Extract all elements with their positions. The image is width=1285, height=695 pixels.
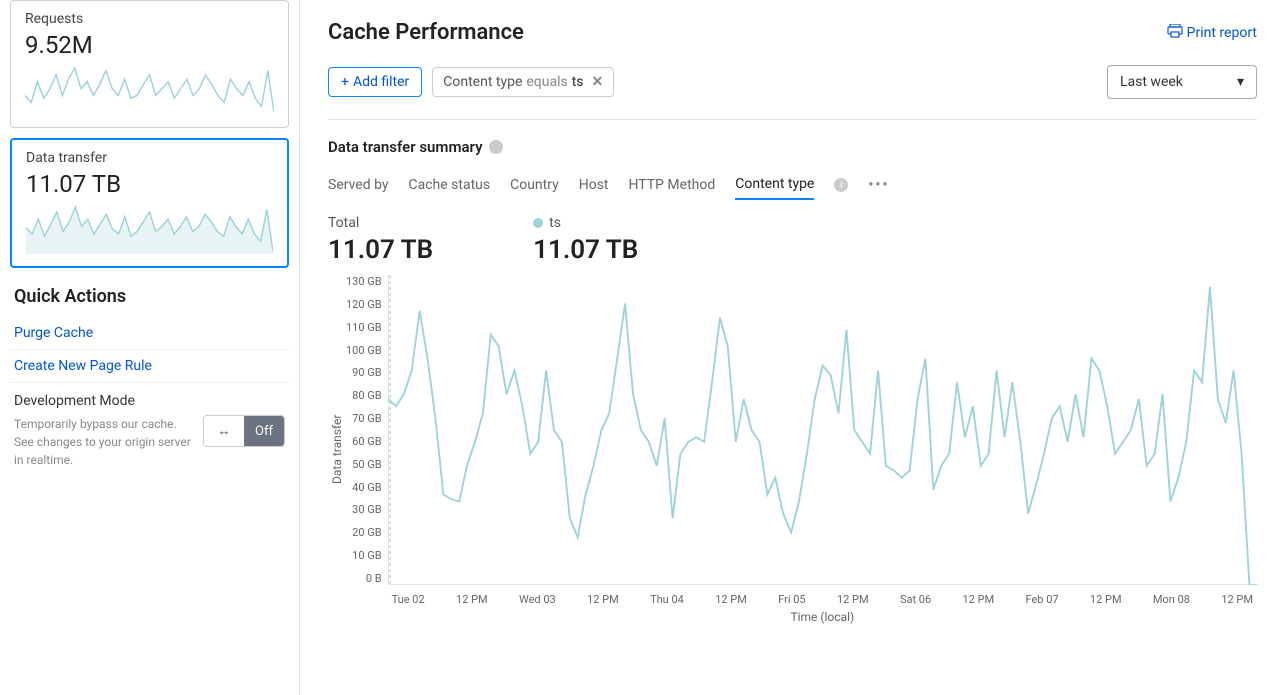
metric-card-label: Data transfer [26, 150, 273, 166]
remove-filter-icon[interactable]: ✕ [592, 74, 604, 90]
metric-card-value: 11.07 TB [26, 170, 273, 198]
quick-actions-heading: Quick Actions [14, 286, 285, 307]
y-tick: 130 GB [346, 275, 382, 288]
metric-card-value: 9.52M [25, 31, 274, 59]
tab-content-type[interactable]: Content type [735, 170, 814, 200]
y-axis-label: Data transfer [328, 275, 346, 624]
quick-action-create-new-page-rule[interactable]: Create New Page Rule [10, 349, 289, 382]
data-transfer-chart: Data transfer 130 GB 120 GB 110 GB 100 GB 90… [328, 275, 1257, 624]
tab-country[interactable]: Country [510, 171, 559, 199]
toggle-arrows-icon: ↔ [204, 416, 244, 446]
pie-icon [489, 140, 503, 154]
y-tick: 90 GB [352, 366, 381, 379]
tab-served-by[interactable]: Served by [328, 171, 389, 199]
y-tick: 40 GB [352, 481, 381, 494]
dev-mode-toggle[interactable]: ↔ Off [203, 415, 285, 447]
time-range-select[interactable]: Last week ▾ [1107, 65, 1257, 99]
y-tick: 70 GB [352, 412, 381, 425]
print-report-link[interactable]: Print report [1167, 24, 1257, 42]
y-tick: 100 GB [346, 344, 382, 357]
x-tick: Fri 05 [778, 593, 805, 606]
legend-dot-icon [533, 218, 543, 228]
sparkline [26, 204, 273, 254]
metric-card-label: Requests [25, 11, 274, 27]
y-tick: 10 GB [352, 549, 381, 562]
x-tick: Tue 02 [392, 593, 425, 606]
x-tick: Feb 07 [1025, 593, 1058, 606]
tab-host[interactable]: Host [579, 171, 609, 199]
total-block-total: Total11.07 TB [328, 215, 433, 265]
y-tick: 110 GB [346, 321, 382, 334]
info-icon[interactable]: i [834, 178, 848, 192]
x-tick: 12 PM [715, 593, 747, 606]
filter-chip-content-type[interactable]: Content type equals ts ✕ [432, 67, 614, 97]
x-tick: 12 PM [1221, 593, 1253, 606]
y-tick: 30 GB [352, 503, 381, 516]
x-tick: 12 PM [837, 593, 869, 606]
y-tick: 60 GB [352, 435, 381, 448]
metric-card-data-transfer[interactable]: Data transfer 11.07 TB [10, 138, 289, 268]
sparkline [25, 65, 274, 115]
x-tick: Wed 03 [519, 593, 556, 606]
y-tick: 0 B [366, 572, 382, 585]
x-axis-label: Time (local) [388, 610, 1257, 624]
y-tick: 20 GB [352, 526, 381, 539]
more-tabs-button[interactable]: ••• [868, 177, 889, 193]
print-icon [1167, 24, 1183, 42]
quick-action-purge-cache[interactable]: Purge Cache [10, 317, 289, 349]
x-tick: 12 PM [963, 593, 995, 606]
x-tick: 12 PM [587, 593, 619, 606]
summary-title: Data transfer summary [328, 138, 483, 156]
y-tick: 50 GB [352, 458, 381, 471]
y-tick: 120 GB [346, 298, 382, 311]
page-title: Cache Performance [328, 20, 524, 45]
tab-http-method[interactable]: HTTP Method [629, 171, 716, 199]
y-tick: 80 GB [352, 389, 381, 402]
x-tick: 12 PM [1090, 593, 1122, 606]
metric-card-requests[interactable]: Requests 9.52M [10, 0, 289, 128]
x-tick: Sat 06 [900, 593, 931, 606]
toggle-off-label: Off [244, 416, 284, 446]
x-tick: 12 PM [456, 593, 488, 606]
x-tick: Thu 04 [650, 593, 684, 606]
tab-cache-status[interactable]: Cache status [409, 171, 491, 199]
dev-mode-title: Development Mode [14, 393, 285, 409]
add-filter-button[interactable]: + Add filter [328, 67, 422, 97]
dev-mode-description: Temporarily bypass our cache. See change… [14, 415, 193, 469]
x-tick: Mon 08 [1153, 593, 1190, 606]
total-block-ts: ts11.07 TB [533, 215, 638, 265]
plus-icon: + [341, 74, 349, 90]
chevron-down-icon: ▾ [1237, 74, 1244, 90]
